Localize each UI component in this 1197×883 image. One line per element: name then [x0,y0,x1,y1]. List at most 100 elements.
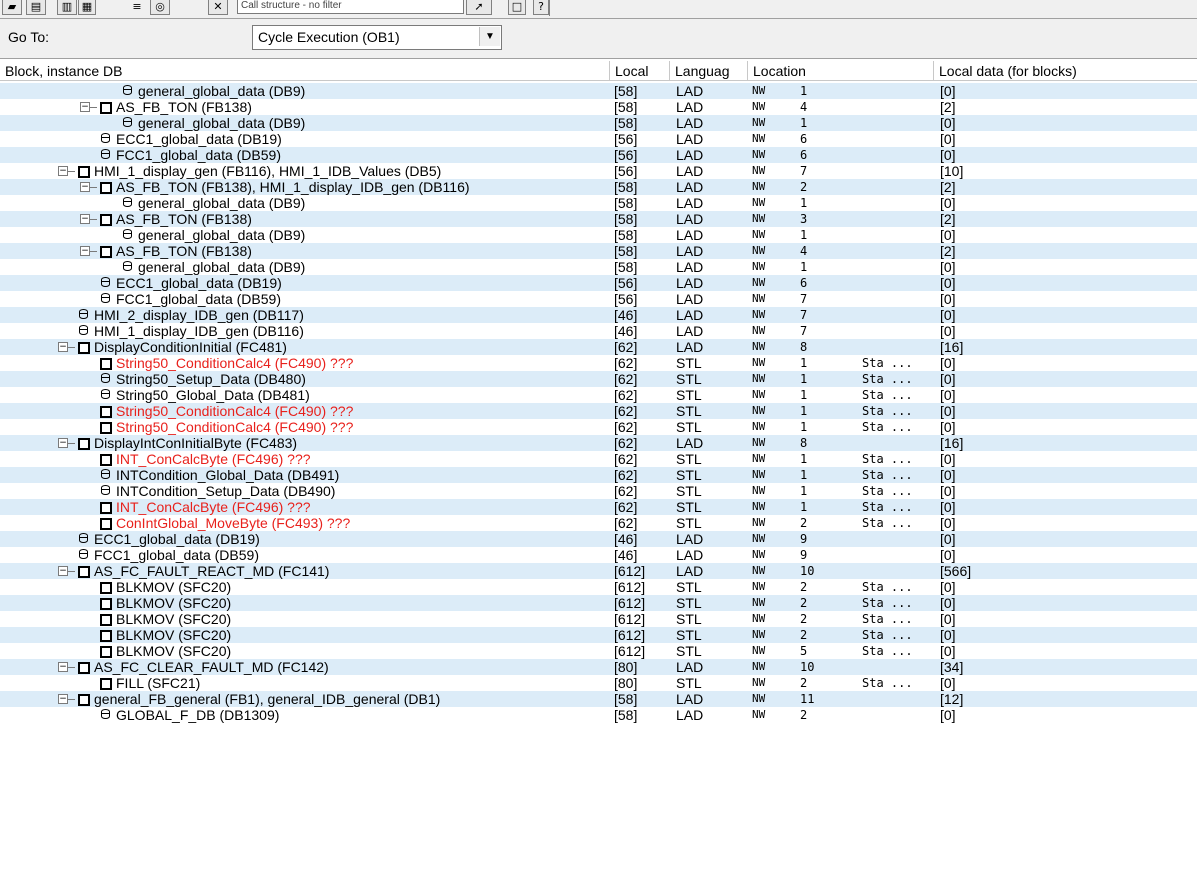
location-statement: Sta ... [862,484,913,498]
table-row[interactable]: INT_ConCalcByte (FC496) ??? [62] STL NW 1 Sta… [0,451,1197,467]
block-cell: − general_FB_general (FB1), general_IDB_g… [0,691,612,707]
location-nw: NW [752,180,766,193]
table-row[interactable]: String50_Global_Data (DB481) [62] STL NW 1 St… [0,387,1197,403]
block-cell: general_global_data (DB9) [0,227,612,243]
open-icon[interactable]: ▰ [2,0,22,15]
table-row[interactable]: − AS_FB_TON (FB138) [58] LAD NW 4 [2] [0,243,1197,259]
collapse-icon[interactable]: − [58,566,68,576]
location-nw: NW [752,500,766,513]
block-icon [100,614,112,626]
table-row[interactable]: − DisplayConditionInitial (FC481) [62] LAD N… [0,339,1197,355]
list-icon[interactable]: ≡ [130,0,144,14]
table-row[interactable]: ECC1_global_data (DB19) [56] LAD NW 6 [0] [0,131,1197,147]
table-row[interactable]: − AS_FC_FAULT_REACT_MD (FC141) [612] LAD NW 1… [0,563,1197,579]
tile-icon[interactable]: ▥ [57,0,77,15]
local-cell: [58] [614,211,638,227]
location-number: 1 [800,372,808,386]
col-block[interactable]: Block, instance DB [0,61,610,81]
table-row[interactable]: GLOBAL_F_DB (DB1309) [58] LAD NW 2 [0] [0,707,1197,723]
location-nw: NW [752,388,766,401]
block-name: AS_FB_TON (FB138), HMI_1_display_IDB_gen… [116,179,470,195]
collapse-icon[interactable]: − [80,214,90,224]
collapse-icon[interactable]: − [58,694,68,704]
table-row[interactable]: FCC1_global_data (DB59) [56] LAD NW 7 [0] [0,291,1197,307]
location-nw: NW [752,148,766,161]
table-row[interactable]: FCC1_global_data (DB59) [46] LAD NW 9 [0] [0,547,1197,563]
table-row[interactable]: general_global_data (DB9) [58] LAD NW 1 [0] [0,195,1197,211]
table-row[interactable]: ECC1_global_data (DB19) [56] LAD NW 6 [0] [0,275,1197,291]
language-cell: STL [676,467,702,483]
block-icon [100,502,112,514]
table-row[interactable]: FCC1_global_data (DB59) [56] LAD NW 6 [0] [0,147,1197,163]
table-row[interactable]: HMI_1_display_IDB_gen (DB116) [46] LAD NW 7 [… [0,323,1197,339]
table-row[interactable]: − AS_FC_CLEAR_FAULT_MD (FC142) [80] LAD NW 10… [0,659,1197,675]
data-block-icon [79,309,88,319]
delete-icon[interactable]: ✕ [208,0,228,15]
location-number: 7 [800,164,808,178]
collapse-icon[interactable]: − [58,662,68,672]
col-local-data[interactable]: Local data (for blocks) [934,61,1197,81]
table-row[interactable]: general_global_data (DB9) [58] LAD NW 1 [0] [0,115,1197,131]
filter-combo[interactable]: Call structure - no filter [237,0,464,14]
table-row[interactable]: − AS_FB_TON (FB138) [58] LAD NW 3 [2] [0,211,1197,227]
table-row[interactable]: ConIntGlobal_MoveByte (FC493) ??? [62] STL… [0,515,1197,531]
location-nw: NW [752,164,766,177]
goto-select[interactable]: Cycle Execution (OB1) ▼ [252,25,502,50]
print-icon[interactable]: ▤ [26,0,46,15]
location-statement [862,243,936,259]
language-cell: LAD [676,691,704,707]
block-cell: String50_ConditionCalc4 (FC490) ??? [0,419,612,435]
new-window-icon[interactable]: □ [508,0,526,15]
table-row[interactable]: INTCondition_Setup_Data (DB490) [62] STL NW… [0,483,1197,499]
collapse-icon[interactable]: − [58,342,68,352]
language-cell: STL [676,643,702,659]
table-row[interactable]: − AS_FB_TON (FB138), HMI_1_display_IDB_ge… [0,179,1197,195]
table-row[interactable]: FILL (SFC21) [80] STL NW 2 Sta ... [0] [0,675,1197,691]
table-row[interactable]: INT_ConCalcByte (FC496) ??? [62] STL NW 1 Sta… [0,499,1197,515]
chevron-down-icon[interactable]: ▼ [479,27,500,46]
location-number: 1 [800,388,808,402]
location-number: 5 [800,644,808,658]
col-location[interactable]: Location [748,61,934,81]
collapse-icon[interactable]: − [58,438,68,448]
location-number: 1 [800,260,808,274]
table-row[interactable]: BLKMOV (SFC20) [612] STL NW 2 Sta ... [0] [0,611,1197,627]
table-row[interactable]: String50_Setup_Data (DB480) [62] STL NW 1 Sta… [0,371,1197,387]
block-name: ConIntGlobal_MoveByte (FC493) ??? [116,515,351,531]
window-icon[interactable]: ▦ [78,0,96,15]
local-data-cell: [0] [940,515,956,531]
collapse-icon[interactable]: − [58,166,68,176]
table-row[interactable]: String50_ConditionCalc4 (FC490) ??? [62] S… [0,355,1197,371]
table-row[interactable]: BLKMOV (SFC20) [612] STL NW 2 Sta ... [0] [0,579,1197,595]
table-row[interactable]: general_global_data (DB9) [58] LAD NW 1 [0] [0,83,1197,99]
col-language[interactable]: Languag [670,61,748,81]
table-row[interactable]: general_global_data (DB9) [58] LAD NW 1 [0] [0,259,1197,275]
table-row[interactable]: BLKMOV (SFC20) [612] STL NW 2 Sta ... [0] [0,595,1197,611]
local-cell: [58] [614,259,638,275]
location-number: 9 [800,548,808,562]
collapse-icon[interactable]: − [80,182,90,192]
table-row[interactable]: − AS_FB_TON (FB138) [58] LAD NW 4 [2] [0,99,1197,115]
table-row[interactable]: general_global_data (DB9) [58] LAD NW 1 [0] [0,227,1197,243]
table-row[interactable]: String50_ConditionCalc4 (FC490) ??? [62] S… [0,419,1197,435]
language-cell: LAD [676,659,704,675]
location-nw: NW [752,548,766,561]
table-row[interactable]: − general_FB_general (FB1), general_IDB_g… [0,691,1197,707]
table-row[interactable]: INTCondition_Global_Data (DB491) [62] STL N… [0,467,1197,483]
table-row[interactable]: BLKMOV (SFC20) [612] STL NW 2 Sta ... [0] [0,627,1197,643]
table-row[interactable]: − DisplayIntConInitialByte (FC483) [62] LAD… [0,435,1197,451]
local-data-cell: [0] [940,259,956,275]
table-row[interactable]: ECC1_global_data (DB19) [46] LAD NW 9 [0] [0,531,1197,547]
display-icon[interactable]: ➚ [466,0,492,15]
table-row[interactable]: BLKMOV (SFC20) [612] STL NW 5 Sta ... [0] [0,643,1197,659]
language-cell: LAD [676,547,704,563]
collapse-icon[interactable]: − [80,246,90,256]
help-icon[interactable]: ? [533,0,549,15]
col-local[interactable]: Local [610,61,670,81]
language-cell: LAD [676,243,704,259]
collapse-icon[interactable]: − [80,102,90,112]
table-row[interactable]: − HMI_1_display_gen (FB116), HMI_1_IDB_Va… [0,163,1197,179]
filter-icon[interactable]: ◎ [150,0,170,15]
table-row[interactable]: HMI_2_display_IDB_gen (DB117) [46] LAD NW 7 [… [0,307,1197,323]
table-row[interactable]: String50_ConditionCalc4 (FC490) ??? [62] S… [0,403,1197,419]
